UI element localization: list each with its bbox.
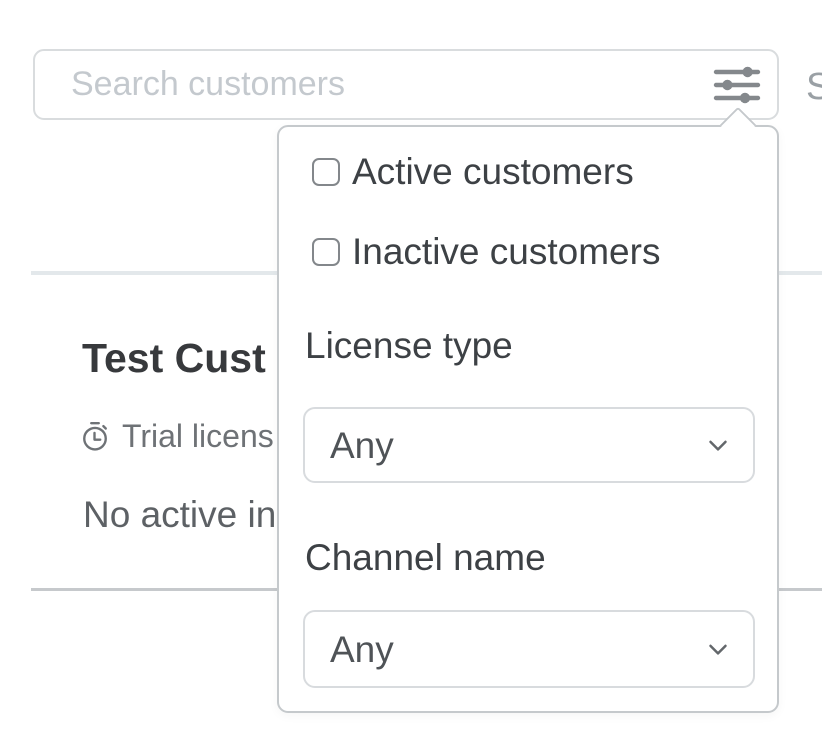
inactive-customers-label: Inactive customers — [352, 233, 660, 270]
inactive-customers-checkbox[interactable] — [312, 238, 340, 266]
trial-license-row: Trial licens — [80, 420, 274, 452]
sliders-icon — [713, 64, 761, 106]
trial-license-text: Trial licens — [122, 420, 274, 452]
license-type-select[interactable]: Any — [303, 407, 755, 483]
inactive-customers-row[interactable]: Inactive customers — [312, 233, 660, 270]
active-customers-checkbox[interactable] — [312, 158, 340, 186]
channel-name-label: Channel name — [305, 539, 546, 576]
active-customers-label: Active customers — [352, 153, 634, 190]
sort-partial-text: S — [806, 66, 822, 109]
license-type-value: Any — [330, 427, 703, 464]
customer-name-heading: Test Cust — [82, 338, 266, 379]
filter-popover: Active customers Inactive customers Lice… — [277, 125, 779, 713]
search-input[interactable] — [71, 51, 691, 118]
no-active-status-text: No active in — [83, 496, 276, 533]
license-type-label: License type — [305, 327, 513, 364]
channel-name-value: Any — [330, 631, 703, 668]
filter-button[interactable] — [707, 58, 767, 112]
chevron-down-icon — [703, 430, 733, 460]
timer-icon — [80, 420, 110, 452]
customers-page: { "palette": { "panel_border": "#c5c9cc"… — [0, 0, 822, 756]
search-box — [33, 49, 779, 120]
active-customers-row[interactable]: Active customers — [312, 153, 634, 190]
channel-name-select[interactable]: Any — [303, 610, 755, 688]
chevron-down-icon — [703, 634, 733, 664]
